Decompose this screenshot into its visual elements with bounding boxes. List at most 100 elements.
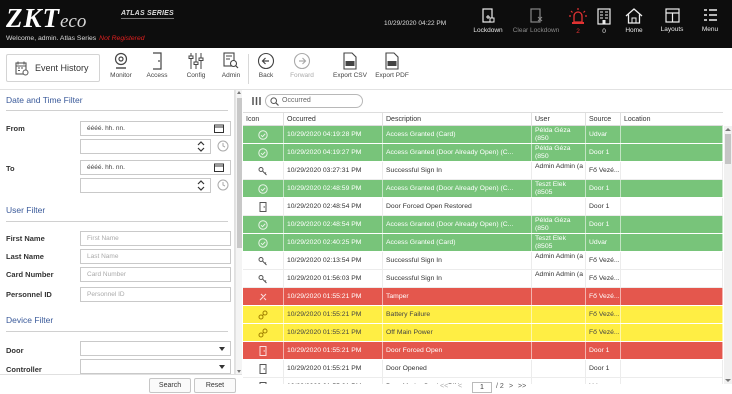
cell-source: Fő Vezé... — [586, 270, 621, 287]
columns-icon[interactable] — [252, 97, 261, 105]
config-button[interactable]: Config — [183, 52, 209, 79]
events-button[interactable]: 0 — [593, 0, 615, 48]
search-button[interactable]: Search — [149, 378, 191, 393]
reset-button[interactable]: Reset — [194, 378, 236, 393]
card-number-input[interactable]: Card Number — [80, 267, 231, 282]
door-icon — [243, 360, 284, 377]
column-header-user[interactable]: User — [532, 113, 586, 126]
column-header-occurred[interactable]: Occurred — [284, 113, 383, 126]
cell-source: Fő Vezé... — [586, 162, 621, 179]
calendar-icon[interactable] — [214, 163, 224, 172]
scroll-up-arrow-icon[interactable] — [725, 128, 731, 131]
table-row[interactable]: 10/29/2020 02:48:54 PM Door Forced Open R… — [243, 198, 723, 216]
forward-button[interactable]: Forward — [286, 52, 318, 79]
section-divider — [6, 221, 228, 222]
to-date-input[interactable]: éééé. hh. nn. — [80, 160, 231, 175]
admin-button[interactable]: Admin — [219, 52, 243, 79]
welcome-series: Atlas Series — [59, 35, 97, 42]
prev-page-button[interactable]: < — [458, 383, 462, 390]
table-row[interactable]: 10/29/2020 01:55:21 PM Door Opened Door 1 — [243, 360, 723, 378]
table-row[interactable]: 10/29/2020 01:55:21 PM Battery Failure Fő … — [243, 306, 723, 324]
personnel-id-input[interactable]: Personnel ID — [80, 287, 231, 302]
page-number-input[interactable]: 1 — [472, 382, 492, 393]
from-time-input[interactable] — [80, 139, 231, 154]
access-button[interactable]: Access — [144, 52, 170, 79]
to-time-field[interactable] — [80, 178, 211, 193]
scroll-down-arrow-icon[interactable] — [725, 379, 731, 382]
controller-label: Controller — [6, 365, 42, 374]
from-date-placeholder: éééé. hh. nn. — [87, 125, 125, 132]
column-header-description[interactable]: Description — [383, 113, 532, 126]
table-search-input[interactable]: Occurred — [265, 94, 363, 108]
table-row[interactable]: 10/29/2020 04:19:28 PM Access Granted (Ca… — [243, 126, 723, 144]
scroll-thumb[interactable] — [725, 134, 731, 164]
export-pdf-button[interactable]: Export PDF — [372, 52, 412, 79]
table-row[interactable]: 10/29/2020 04:19:27 PM Access Granted (Do… — [243, 144, 723, 162]
back-button[interactable]: Back — [254, 52, 278, 79]
from-date-input[interactable]: éééé. hh. nn. — [80, 121, 231, 136]
last-name-input[interactable]: Last Name — [80, 249, 231, 264]
cell-location — [621, 342, 723, 359]
table-search-bar: Occurred — [243, 90, 732, 112]
table-row[interactable]: 10/29/2020 02:40:25 PM Access Granted (Ca… — [243, 234, 723, 252]
check-icon — [243, 216, 284, 233]
clear-time-icon[interactable] — [217, 179, 229, 191]
check-icon — [243, 144, 284, 161]
access-icon — [153, 52, 162, 70]
pdf-file-icon — [385, 52, 399, 70]
cell-source: Udvar — [586, 126, 621, 143]
table-row[interactable]: 10/29/2020 03:27:31 PM Successful Sign In… — [243, 162, 723, 180]
alarms-button[interactable]: 2 — [567, 0, 589, 48]
event-history-icon — [15, 61, 29, 75]
door-select[interactable] — [80, 341, 231, 356]
table-row[interactable]: 10/29/2020 01:55:21 PM Door Forced Open Do… — [243, 342, 723, 360]
first-name-input[interactable]: First Name — [80, 231, 231, 246]
table-row[interactable]: 10/29/2020 01:55:21 PM Off Main Power Fő V… — [243, 324, 723, 342]
card-number-label: Card Number — [6, 270, 54, 279]
scroll-thumb[interactable] — [237, 98, 242, 248]
next-page-button[interactable]: > — [509, 383, 513, 390]
table-row[interactable]: 10/29/2020 01:55:21 PM Tamper Fő Vezé... — [243, 288, 723, 306]
layouts-button[interactable]: Layouts — [658, 0, 686, 48]
not-registered-text: Not Registered — [99, 35, 145, 42]
lockdown-button[interactable]: Lockdown — [470, 0, 506, 48]
monitor-button[interactable]: Monitor — [108, 52, 134, 79]
cell-location — [621, 324, 723, 341]
config-sliders-icon — [188, 53, 204, 69]
table-row[interactable]: 10/29/2020 02:48:59 PM Access Granted (Do… — [243, 180, 723, 198]
clear-time-icon[interactable] — [217, 140, 229, 152]
first-name-label: First Name — [6, 234, 45, 243]
column-header-location[interactable]: Location — [621, 113, 723, 126]
export-csv-button[interactable]: Export CSV — [330, 52, 370, 79]
calendar-icon[interactable] — [214, 124, 224, 133]
event-history-tab[interactable]: Event History — [6, 54, 100, 82]
menu-button[interactable]: Menu — [697, 0, 723, 48]
scroll-up-arrow-icon[interactable] — [237, 91, 241, 94]
table-row[interactable]: 10/29/2020 02:48:54 PM Access Granted (Do… — [243, 216, 723, 234]
from-time-field[interactable] — [80, 139, 211, 154]
column-header-icon[interactable]: Icon — [243, 113, 284, 126]
clear-lockdown-button[interactable]: Clear Lockdown — [510, 0, 562, 48]
cell-source: Door 1 — [586, 198, 621, 215]
cell-location — [621, 270, 723, 287]
last-page-button[interactable]: >> — [518, 383, 526, 390]
main-toolbar: Event History Monitor Access Config Admi… — [0, 48, 732, 90]
to-time-input[interactable] — [80, 178, 231, 193]
table-row[interactable]: 10/29/2020 01:56:03 PM Successful Sign In… — [243, 270, 723, 288]
table-scrollbar[interactable] — [724, 126, 732, 384]
cell-source: Fő Vezé... — [586, 252, 621, 269]
controller-select[interactable] — [80, 359, 231, 374]
column-header-source[interactable]: Source — [586, 113, 621, 126]
first-page-button[interactable]: << — [440, 383, 448, 390]
cell-user: Teszt Elek (8505 — [532, 234, 586, 251]
scroll-down-arrow-icon[interactable] — [237, 370, 241, 373]
home-button[interactable]: Home — [622, 0, 646, 48]
cell-occurred: 10/29/2020 01:55:21 PM — [284, 342, 383, 359]
filter-panel-scrollbar[interactable] — [235, 90, 242, 374]
time-spinner-icon[interactable] — [197, 180, 205, 191]
cell-user — [532, 360, 586, 377]
monitor-label: Monitor — [110, 72, 132, 79]
door-icon — [243, 342, 284, 359]
time-spinner-icon[interactable] — [197, 141, 205, 152]
table-row[interactable]: 10/29/2020 02:13:54 PM Successful Sign In… — [243, 252, 723, 270]
